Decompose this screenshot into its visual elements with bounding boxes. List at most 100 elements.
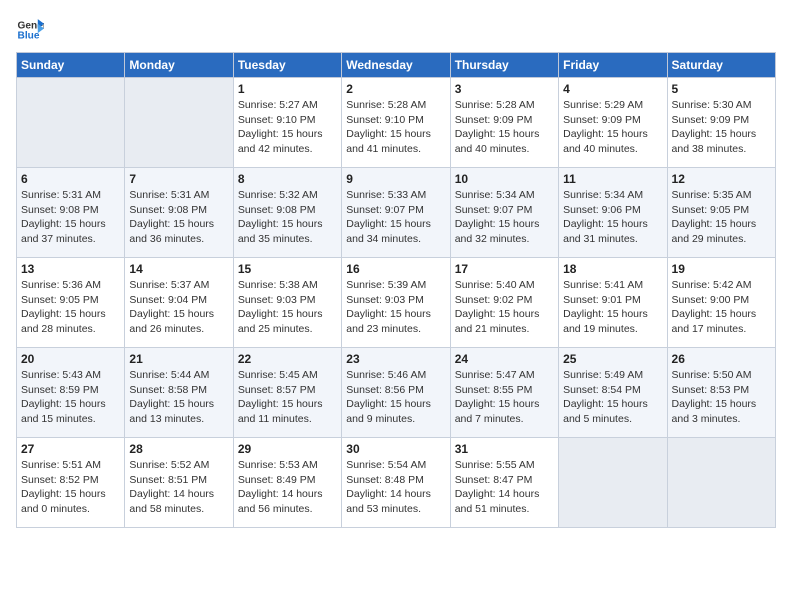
- day-number: 27: [21, 442, 120, 456]
- day-info: Sunrise: 5:33 AMSunset: 9:07 PMDaylight:…: [346, 188, 445, 247]
- calendar-cell: 12 Sunrise: 5:35 AMSunset: 9:05 PMDayligh…: [667, 168, 775, 258]
- day-number: 25: [563, 352, 662, 366]
- day-info: Sunrise: 5:54 AMSunset: 8:48 PMDaylight:…: [346, 458, 445, 517]
- day-info: Sunrise: 5:31 AMSunset: 9:08 PMDaylight:…: [129, 188, 228, 247]
- calendar-cell: 27 Sunrise: 5:51 AMSunset: 8:52 PMDayligh…: [17, 438, 125, 528]
- day-number: 3: [455, 82, 554, 96]
- calendar-cell: 23 Sunrise: 5:46 AMSunset: 8:56 PMDayligh…: [342, 348, 450, 438]
- calendar-cell: 30 Sunrise: 5:54 AMSunset: 8:48 PMDayligh…: [342, 438, 450, 528]
- day-number: 12: [672, 172, 771, 186]
- day-info: Sunrise: 5:46 AMSunset: 8:56 PMDaylight:…: [346, 368, 445, 427]
- calendar-cell: 18 Sunrise: 5:41 AMSunset: 9:01 PMDayligh…: [559, 258, 667, 348]
- page-header: General Blue: [16, 16, 776, 44]
- calendar-week-2: 6 Sunrise: 5:31 AMSunset: 9:08 PMDaylight…: [17, 168, 776, 258]
- calendar-cell: 21 Sunrise: 5:44 AMSunset: 8:58 PMDayligh…: [125, 348, 233, 438]
- day-info: Sunrise: 5:44 AMSunset: 8:58 PMDaylight:…: [129, 368, 228, 427]
- day-info: Sunrise: 5:49 AMSunset: 8:54 PMDaylight:…: [563, 368, 662, 427]
- day-info: Sunrise: 5:27 AMSunset: 9:10 PMDaylight:…: [238, 98, 337, 157]
- calendar-cell: 29 Sunrise: 5:53 AMSunset: 8:49 PMDayligh…: [233, 438, 341, 528]
- calendar-cell: 1 Sunrise: 5:27 AMSunset: 9:10 PMDaylight…: [233, 78, 341, 168]
- day-number: 29: [238, 442, 337, 456]
- col-header-tuesday: Tuesday: [233, 53, 341, 78]
- day-info: Sunrise: 5:50 AMSunset: 8:53 PMDaylight:…: [672, 368, 771, 427]
- calendar-cell: 10Sunrise: 5:34 AMSunset: 9:07 PMDayligh…: [450, 168, 558, 258]
- day-info: Sunrise: 5:37 AMSunset: 9:04 PMDaylight:…: [129, 278, 228, 337]
- col-header-monday: Monday: [125, 53, 233, 78]
- calendar-cell: 19 Sunrise: 5:42 AMSunset: 9:00 PMDayligh…: [667, 258, 775, 348]
- day-number: 28: [129, 442, 228, 456]
- calendar-cell: 24 Sunrise: 5:47 AMSunset: 8:55 PMDayligh…: [450, 348, 558, 438]
- day-number: 17: [455, 262, 554, 276]
- calendar-cell: 13 Sunrise: 5:36 AMSunset: 9:05 PMDayligh…: [17, 258, 125, 348]
- day-number: 30: [346, 442, 445, 456]
- day-info: Sunrise: 5:35 AMSunset: 9:05 PMDaylight:…: [672, 188, 771, 247]
- calendar-cell: 8 Sunrise: 5:32 AMSunset: 9:08 PMDaylight…: [233, 168, 341, 258]
- day-info: Sunrise: 5:43 AMSunset: 8:59 PMDaylight:…: [21, 368, 120, 427]
- calendar-cell: 20 Sunrise: 5:43 AMSunset: 8:59 PMDayligh…: [17, 348, 125, 438]
- calendar-cell: [17, 78, 125, 168]
- col-header-friday: Friday: [559, 53, 667, 78]
- day-number: 22: [238, 352, 337, 366]
- day-info: Sunrise: 5:34 AMSunset: 9:07 PMDaylight:…: [455, 188, 554, 247]
- day-info: Sunrise: 5:34 AMSunset: 9:06 PMDaylight:…: [563, 188, 662, 247]
- day-info: Sunrise: 5:53 AMSunset: 8:49 PMDaylight:…: [238, 458, 337, 517]
- day-number: 7: [129, 172, 228, 186]
- day-number: 31: [455, 442, 554, 456]
- calendar-cell: 6Sunrise: 5:31 AMSunset: 9:08 PMDaylight…: [17, 168, 125, 258]
- calendar-cell: 4 Sunrise: 5:29 AMSunset: 9:09 PMDaylight…: [559, 78, 667, 168]
- day-number: 21: [129, 352, 228, 366]
- day-number: 8: [238, 172, 337, 186]
- day-info: Sunrise: 5:45 AMSunset: 8:57 PMDaylight:…: [238, 368, 337, 427]
- day-number: 20: [21, 352, 120, 366]
- calendar-week-4: 20 Sunrise: 5:43 AMSunset: 8:59 PMDayligh…: [17, 348, 776, 438]
- day-number: 4: [563, 82, 662, 96]
- calendar-cell: 17 Sunrise: 5:40 AMSunset: 9:02 PMDayligh…: [450, 258, 558, 348]
- day-number: 15: [238, 262, 337, 276]
- calendar-cell: [667, 438, 775, 528]
- col-header-thursday: Thursday: [450, 53, 558, 78]
- day-number: 14: [129, 262, 228, 276]
- calendar-week-3: 13 Sunrise: 5:36 AMSunset: 9:05 PMDayligh…: [17, 258, 776, 348]
- day-number: 19: [672, 262, 771, 276]
- day-info: Sunrise: 5:55 AMSunset: 8:47 PMDaylight:…: [455, 458, 554, 517]
- calendar-cell: [559, 438, 667, 528]
- day-info: Sunrise: 5:52 AMSunset: 8:51 PMDaylight:…: [129, 458, 228, 517]
- day-info: Sunrise: 5:42 AMSunset: 9:00 PMDaylight:…: [672, 278, 771, 337]
- day-info: Sunrise: 5:32 AMSunset: 9:08 PMDaylight:…: [238, 188, 337, 247]
- calendar-cell: 7 Sunrise: 5:31 AMSunset: 9:08 PMDaylight…: [125, 168, 233, 258]
- calendar-cell: 3 Sunrise: 5:28 AMSunset: 9:09 PMDaylight…: [450, 78, 558, 168]
- day-info: Sunrise: 5:41 AMSunset: 9:01 PMDaylight:…: [563, 278, 662, 337]
- day-number: 5: [672, 82, 771, 96]
- day-number: 16: [346, 262, 445, 276]
- day-info: Sunrise: 5:36 AMSunset: 9:05 PMDaylight:…: [21, 278, 120, 337]
- day-info: Sunrise: 5:28 AMSunset: 9:10 PMDaylight:…: [346, 98, 445, 157]
- day-info: Sunrise: 5:51 AMSunset: 8:52 PMDaylight:…: [21, 458, 120, 517]
- col-header-wednesday: Wednesday: [342, 53, 450, 78]
- day-info: Sunrise: 5:40 AMSunset: 9:02 PMDaylight:…: [455, 278, 554, 337]
- day-info: Sunrise: 5:38 AMSunset: 9:03 PMDaylight:…: [238, 278, 337, 337]
- day-info: Sunrise: 5:39 AMSunset: 9:03 PMDaylight:…: [346, 278, 445, 337]
- col-header-sunday: Sunday: [17, 53, 125, 78]
- day-number: 26: [672, 352, 771, 366]
- day-number: 18: [563, 262, 662, 276]
- calendar-table: SundayMondayTuesdayWednesdayThursdayFrid…: [16, 52, 776, 528]
- day-info: Sunrise: 5:28 AMSunset: 9:09 PMDaylight:…: [455, 98, 554, 157]
- day-info: Sunrise: 5:29 AMSunset: 9:09 PMDaylight:…: [563, 98, 662, 157]
- day-number: 1: [238, 82, 337, 96]
- day-number: 24: [455, 352, 554, 366]
- calendar-header-row: SundayMondayTuesdayWednesdayThursdayFrid…: [17, 53, 776, 78]
- calendar-cell: 31 Sunrise: 5:55 AMSunset: 8:47 PMDayligh…: [450, 438, 558, 528]
- day-number: 23: [346, 352, 445, 366]
- calendar-cell: 5Sunrise: 5:30 AMSunset: 9:09 PMDaylight…: [667, 78, 775, 168]
- logo: General Blue: [16, 16, 44, 44]
- day-number: 13: [21, 262, 120, 276]
- svg-text:Blue: Blue: [18, 31, 40, 42]
- calendar-cell: 26 Sunrise: 5:50 AMSunset: 8:53 PMDayligh…: [667, 348, 775, 438]
- day-info: Sunrise: 5:47 AMSunset: 8:55 PMDaylight:…: [455, 368, 554, 427]
- day-number: 2: [346, 82, 445, 96]
- calendar-cell: 25 Sunrise: 5:49 AMSunset: 8:54 PMDayligh…: [559, 348, 667, 438]
- day-number: 6: [21, 172, 120, 186]
- calendar-cell: 2 Sunrise: 5:28 AMSunset: 9:10 PMDaylight…: [342, 78, 450, 168]
- day-number: 9: [346, 172, 445, 186]
- day-number: 11: [563, 172, 662, 186]
